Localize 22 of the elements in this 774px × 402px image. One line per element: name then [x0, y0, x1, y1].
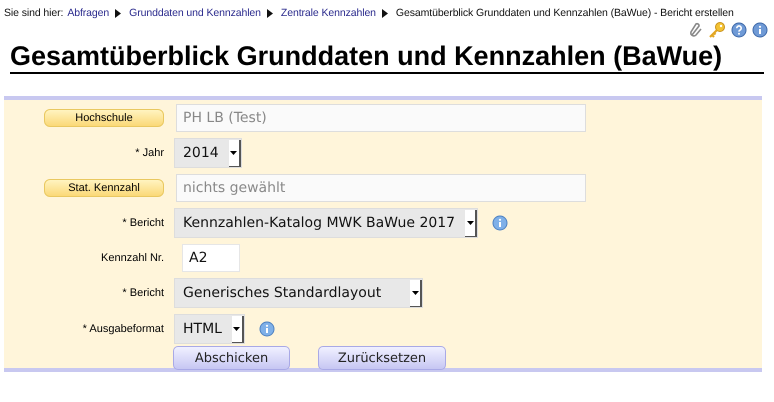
breadcrumb-link[interactable]: Grunddaten und Kennzahlen	[129, 7, 261, 19]
breadcrumb-link[interactable]: Abfragen	[67, 7, 110, 19]
dropdown[interactable]: Kennzahlen-Katalog MWK BaWue 2017	[174, 208, 478, 238]
form-button[interactable]: Abschicken	[173, 346, 290, 370]
lookup-field[interactable]: nichts gewählt	[176, 174, 586, 202]
breadcrumb-current: Gesamtüberblick Grunddaten und Kennzahlen (BaWue) - Bericht erstellen	[396, 7, 734, 19]
page-title: Gesamtüberblick Grunddaten und Kennzahlen (BaWue)	[10, 41, 764, 74]
breadcrumb-link[interactable]: Zentrale Kennzahlen	[280, 7, 376, 19]
dropdown[interactable]: HTML	[174, 314, 245, 344]
lookup-field[interactable]: PH LB (Test)	[176, 104, 586, 132]
field-label: * Bericht	[122, 287, 164, 299]
dropdown[interactable]: 2014	[174, 138, 242, 168]
field-label: Kennzahl Nr.	[101, 252, 164, 264]
lookup-button[interactable]: Stat. Kennzahl	[44, 179, 164, 197]
field-label: * Bericht	[122, 217, 164, 229]
form-button[interactable]: Zurücksetzen	[318, 346, 446, 370]
field-label: * Ausgabeformat	[82, 323, 164, 335]
lookup-button[interactable]: Hochschule	[44, 109, 164, 127]
input-field[interactable]: A2	[182, 244, 240, 272]
breadcrumb-label: Sie sind hier:	[4, 7, 64, 19]
field-label: * Jahr	[135, 147, 164, 159]
dropdown[interactable]: Generisches Standardlayout	[174, 278, 423, 308]
